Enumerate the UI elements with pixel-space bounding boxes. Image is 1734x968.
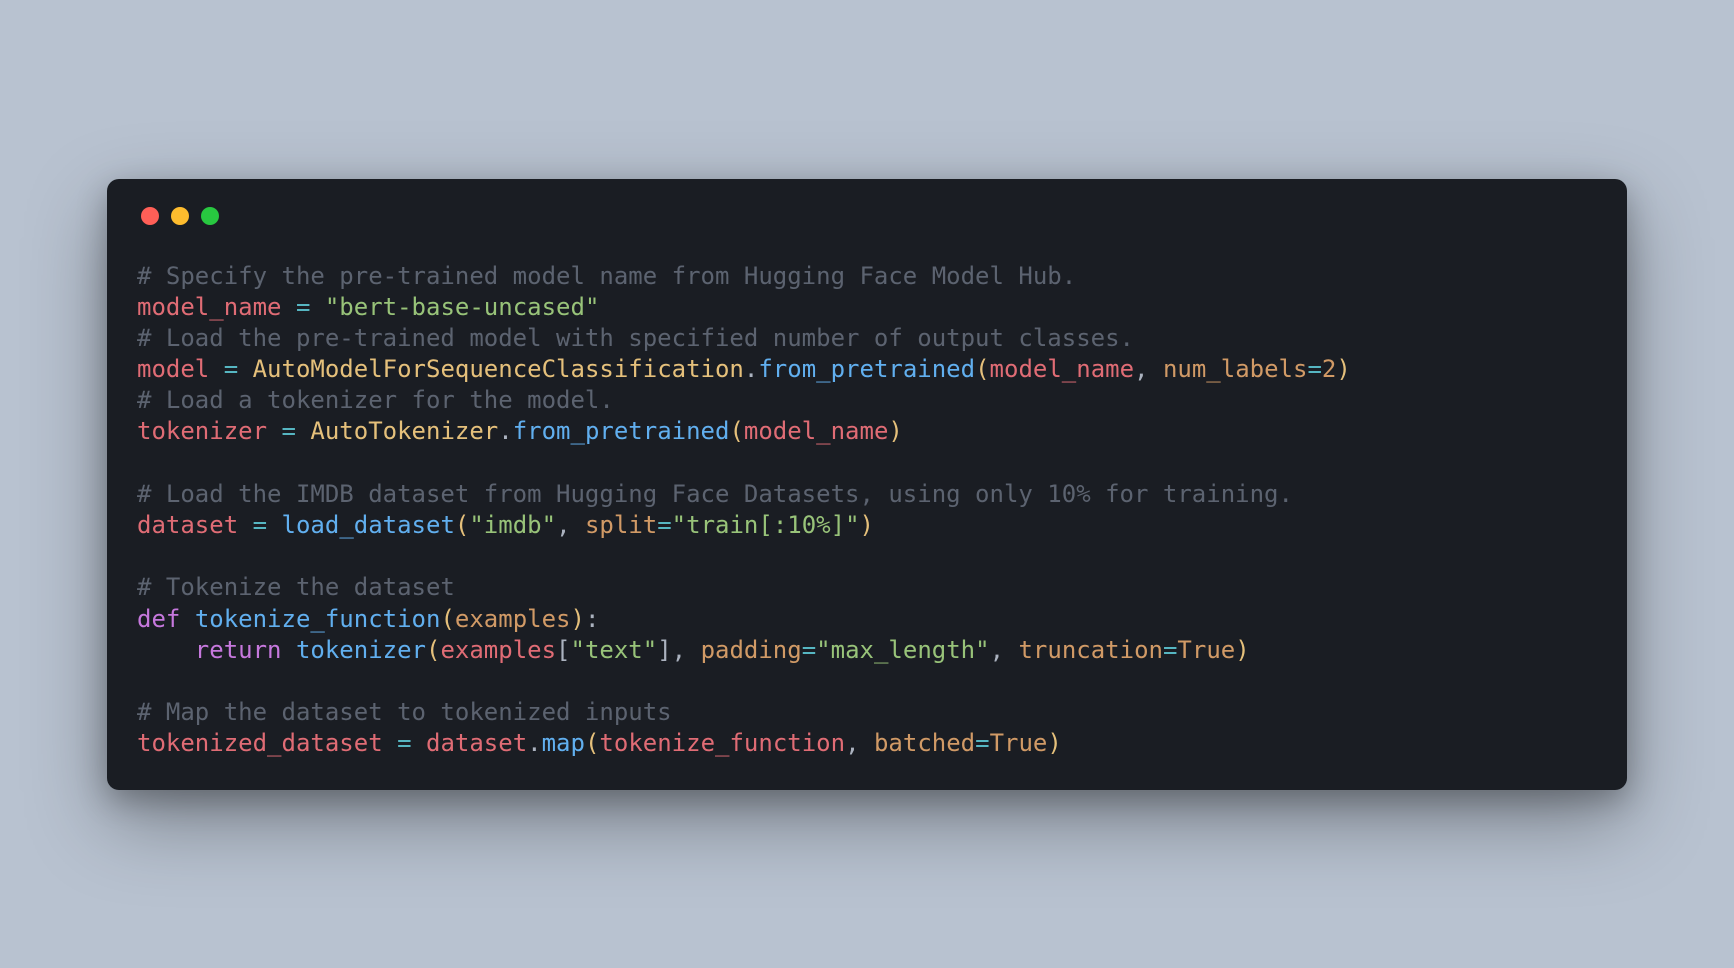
code-block: # Specify the pre-trained model name fro… — [137, 261, 1597, 760]
operator: = — [224, 355, 238, 383]
string-literal: "bert-base-uncased" — [325, 293, 600, 321]
kwarg: num_labels — [1163, 355, 1308, 383]
object: dataset — [426, 729, 527, 757]
method-name: map — [542, 729, 585, 757]
function-call: load_dataset — [282, 511, 455, 539]
function-call: tokenizer — [296, 636, 426, 664]
parameter: examples — [455, 605, 571, 633]
variable: model — [137, 355, 209, 383]
maximize-icon[interactable] — [201, 207, 219, 225]
string-literal: "text" — [571, 636, 658, 664]
argument: model_name — [744, 417, 889, 445]
operator: = — [253, 511, 267, 539]
kwarg: truncation — [1018, 636, 1163, 664]
class-name: AutoTokenizer — [310, 417, 498, 445]
keyword: def — [137, 605, 180, 633]
keyword: return — [195, 636, 282, 664]
method-name: from_pretrained — [513, 417, 730, 445]
comment-line: # Specify the pre-trained model name fro… — [137, 262, 1076, 290]
comment-line: # Load a tokenizer for the model. — [137, 386, 614, 414]
operator: = — [282, 417, 296, 445]
comment-line: # Load the pre-trained model with specif… — [137, 324, 1134, 352]
argument: tokenize_function — [599, 729, 845, 757]
constant: True — [1177, 636, 1235, 664]
minimize-icon[interactable] — [171, 207, 189, 225]
function-name: tokenize_function — [195, 605, 441, 633]
comment-line: # Tokenize the dataset — [137, 573, 455, 601]
number-literal: 2 — [1322, 355, 1336, 383]
window-titlebar — [137, 207, 1597, 225]
kwarg: padding — [701, 636, 802, 664]
kwarg: batched — [874, 729, 975, 757]
kwarg: split — [585, 511, 657, 539]
argument: examples — [440, 636, 556, 664]
string-literal: "train[:10%]" — [672, 511, 860, 539]
class-name: AutoModelForSequenceClassification — [253, 355, 744, 383]
string-literal: "max_length" — [816, 636, 989, 664]
variable: model_name — [137, 293, 282, 321]
close-icon[interactable] — [141, 207, 159, 225]
variable: tokenized_dataset — [137, 729, 383, 757]
method-name: from_pretrained — [758, 355, 975, 383]
string-literal: "imdb" — [469, 511, 556, 539]
variable: dataset — [137, 511, 238, 539]
comment-line: # Map the dataset to tokenized inputs — [137, 698, 672, 726]
argument: model_name — [990, 355, 1135, 383]
constant: True — [990, 729, 1048, 757]
operator: = — [397, 729, 411, 757]
code-window: # Specify the pre-trained model name fro… — [107, 179, 1627, 790]
comment-line: # Load the IMDB dataset from Hugging Fac… — [137, 480, 1293, 508]
operator: = — [296, 293, 310, 321]
variable: tokenizer — [137, 417, 267, 445]
